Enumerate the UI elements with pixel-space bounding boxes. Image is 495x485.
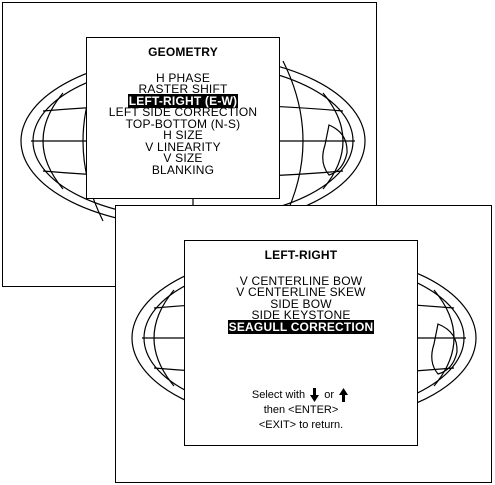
geometry-menu: GEOMETRY H PHASE RASTER SHIFT LEFT-RIGHT (… (86, 37, 280, 199)
geometry-menu-items: H PHASE RASTER SHIFT LEFT-RIGHT (E-W) LEFT … (87, 72, 279, 177)
leftright-menu-title: LEFT-RIGHT (264, 248, 338, 262)
leftright-menu-item[interactable]: SEAGULL CORRECTION (185, 319, 417, 334)
help-or-text: or (324, 389, 335, 401)
geometry-menu-title: GEOMETRY (148, 45, 218, 59)
help-text: Select with or then <ENTER> <EXIT> to re… (185, 388, 417, 433)
arrow-up-icon (339, 388, 349, 403)
leftright-menu: LEFT-RIGHT V CENTERLINE BOW V CENTERLINE … (184, 240, 418, 446)
geometry-menu-item-label: BLANKING (151, 162, 215, 177)
arrow-down-icon (310, 388, 320, 403)
leftright-menu-item-label: SEAGULL CORRECTION (227, 319, 375, 334)
help-exit-line: <EXIT> to return. (258, 419, 344, 431)
help-select-line: Select with or (185, 388, 417, 403)
help-enter-line: then <ENTER> (263, 404, 339, 416)
leftright-menu-items: V CENTERLINE BOW V CENTERLINE SKEW SIDE BO… (185, 275, 417, 334)
help-select-prefix: Select with (251, 389, 306, 401)
leftright-screen: LEFT-RIGHT V CENTERLINE BOW V CENTERLINE … (115, 205, 492, 483)
geometry-menu-item[interactable]: BLANKING (87, 162, 279, 177)
